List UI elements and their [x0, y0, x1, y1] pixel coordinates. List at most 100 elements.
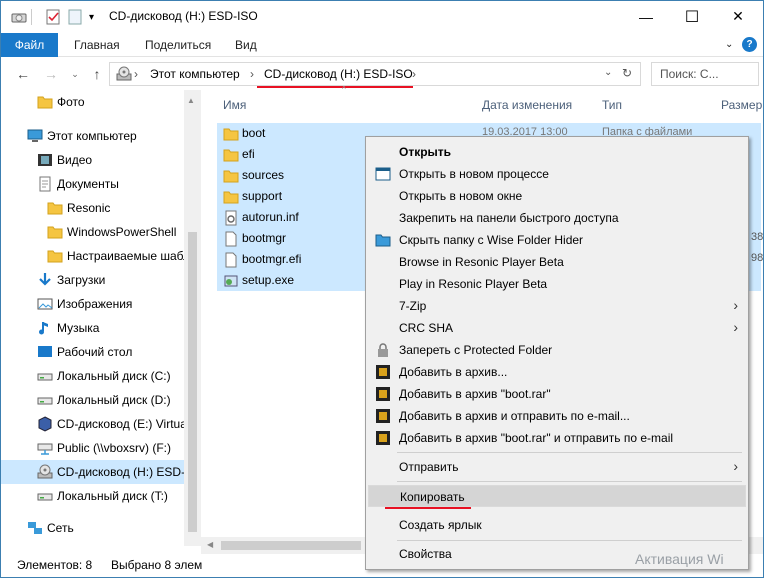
refresh-icon[interactable]: ↻ [622, 66, 632, 80]
scroll-up-icon[interactable]: ▲ [187, 96, 195, 105]
sidebar-item-label: Фото [57, 95, 85, 109]
minimize-button[interactable]: — [623, 1, 669, 32]
menu-item[interactable]: Создать ярлык [368, 514, 746, 536]
menu-item[interactable]: Копировать [368, 485, 746, 507]
sidebar-item[interactable]: Загрузки [1, 268, 184, 292]
menu-item[interactable]: Открыть в новом окне [368, 185, 746, 207]
sidebar-item[interactable]: Сеть [1, 516, 184, 540]
breadcrumb-separator-icon[interactable]: › [134, 67, 138, 81]
column-type[interactable]: Тип [602, 98, 622, 112]
navigation-pane: Фото Этот компьютер Видео Документы Resonic W… [1, 90, 201, 546]
annotation-underline [257, 86, 413, 88]
computer-icon [27, 128, 43, 144]
menu-item[interactable]: Запереть с Protected Folder [368, 339, 746, 361]
menu-item[interactable]: Добавить в архив "boot.rar" [368, 383, 746, 405]
window-icon [375, 166, 391, 182]
cd-drive-icon [116, 66, 132, 85]
sidebar-item-label: Локальный диск (D:) [57, 393, 171, 407]
breadcrumb-cd-drive[interactable]: CD-дисковод (H:) ESD-ISO [264, 67, 413, 81]
sidebar-item-label: CD-дисковод (H:) ESD-I [57, 465, 184, 479]
address-bar[interactable]: › Этот компьютер › CD-дисковод (H:) ESD-… [109, 62, 641, 86]
sidebar-item[interactable]: Фото [1, 90, 184, 114]
sidebar-item-label: Настраиваемые шабл [67, 249, 184, 263]
search-box[interactable]: Поиск: С... [651, 62, 759, 86]
menu-item[interactable]: Play in Resonic Player Beta [368, 273, 746, 295]
sidebar-item[interactable]: Изображения [1, 292, 184, 316]
menu-item[interactable]: CRC SHA › [368, 317, 746, 339]
sidebar-item[interactable]: Локальный диск (T:) [1, 484, 184, 508]
help-icon[interactable]: ? [742, 37, 757, 52]
sidebar-item[interactable]: Resonic [1, 196, 184, 220]
column-header: Имя ^ Дата изменения Тип Размер [215, 85, 763, 117]
tab-share[interactable]: Поделиться [145, 38, 211, 52]
scroll-thumb[interactable] [221, 541, 361, 550]
close-button[interactable]: ✕ [715, 1, 761, 32]
maximize-button[interactable]: ☐ [669, 1, 715, 32]
tab-view[interactable]: Вид [235, 38, 257, 52]
wise-folder-icon [375, 232, 391, 248]
menu-item-label: Открыть [399, 145, 452, 159]
column-size[interactable]: Размер [721, 98, 762, 112]
breadcrumb-this-pc[interactable]: Этот компьютер [150, 67, 240, 81]
sidebar-item[interactable]: Этот компьютер [1, 124, 184, 148]
menu-item[interactable]: Добавить в архив... [368, 361, 746, 383]
menu-item[interactable]: Открыть в новом процессе [368, 163, 746, 185]
address-dropdown-icon[interactable]: ⌄ [604, 67, 612, 78]
music-icon [37, 320, 53, 336]
annotation-underline [385, 507, 471, 509]
file-icon [223, 252, 239, 268]
breadcrumb-separator-icon[interactable]: › [412, 67, 416, 81]
search-input[interactable]: Поиск: С... [660, 67, 719, 81]
menu-item[interactable]: Добавить в архив и отправить по e-mail..… [368, 405, 746, 427]
nav-scrollbar[interactable]: ▲ [184, 90, 201, 546]
file-size: 38 [751, 231, 764, 243]
winrar-icon [375, 408, 391, 424]
menu-item[interactable]: Отправить › [368, 456, 746, 478]
chevron-right-icon: › [733, 458, 738, 474]
menu-item[interactable]: Browse in Resonic Player Beta [368, 251, 746, 273]
sidebar-item[interactable]: WindowsPowerShell [1, 220, 184, 244]
sidebar-item[interactable]: CD-дисковод (E:) Virtua [1, 412, 184, 436]
menu-item-label: Открыть в новом процессе [399, 167, 549, 181]
sidebar-item[interactable]: Рабочий стол [1, 340, 184, 364]
cd-virtualbox-icon [37, 416, 53, 432]
properties-icon[interactable] [45, 8, 61, 26]
menu-item[interactable]: Открыть [368, 141, 746, 163]
menu-separator [397, 452, 742, 453]
sidebar-item[interactable]: Public (\\vboxsrv) (F:) [1, 436, 184, 460]
scroll-thumb[interactable] [188, 232, 197, 532]
menu-item[interactable]: Добавить в архив "boot.rar" и отправить … [368, 427, 746, 449]
menu-item-label: Добавить в архив "boot.rar" [399, 387, 551, 401]
ribbon-expand-icon[interactable]: ⌄ [725, 39, 733, 50]
pictures-icon [37, 296, 53, 312]
back-arrow-icon[interactable]: ← [13, 64, 33, 84]
column-date[interactable]: Дата изменения [482, 98, 572, 112]
qat-dropdown-icon[interactable]: ▾ [89, 8, 94, 26]
new-folder-icon[interactable] [67, 8, 83, 26]
forward-arrow-icon[interactable]: → [41, 64, 61, 84]
breadcrumb-separator-icon[interactable]: › [250, 67, 254, 81]
menu-item-label: Создать ярлык [399, 518, 482, 532]
menu-item[interactable]: 7-Zip › [368, 295, 746, 317]
tab-file[interactable]: Файл [1, 33, 58, 57]
recent-dropdown-icon[interactable]: ⌄ [65, 64, 85, 84]
up-arrow-icon[interactable]: ↑ [87, 64, 107, 84]
sidebar-item-label: WindowsPowerShell [67, 225, 177, 239]
menu-item[interactable]: Скрыть папку с Wise Folder Hider [368, 229, 746, 251]
winrar-icon [375, 386, 391, 402]
menu-item-label: CRC SHA [399, 321, 454, 335]
folder-icon [223, 126, 239, 141]
sidebar-item-label: Локальный диск (C:) [57, 369, 171, 383]
sidebar-item[interactable]: Видео [1, 148, 184, 172]
sidebar-item[interactable]: Музыка [1, 316, 184, 340]
network-drive-icon [37, 440, 53, 456]
sidebar-item[interactable]: Документы [1, 172, 184, 196]
sidebar-item[interactable]: CD-дисковод (H:) ESD-I [1, 460, 184, 484]
scroll-left-icon[interactable]: ◀ [207, 540, 213, 549]
sidebar-item[interactable]: Настраиваемые шабл [1, 244, 184, 268]
menu-item[interactable]: Закрепить на панели быстрого доступа [368, 207, 746, 229]
column-name[interactable]: Имя [223, 98, 246, 112]
tab-home[interactable]: Главная [74, 38, 120, 52]
sidebar-item[interactable]: Локальный диск (C:) [1, 364, 184, 388]
sidebar-item[interactable]: Локальный диск (D:) [1, 388, 184, 412]
